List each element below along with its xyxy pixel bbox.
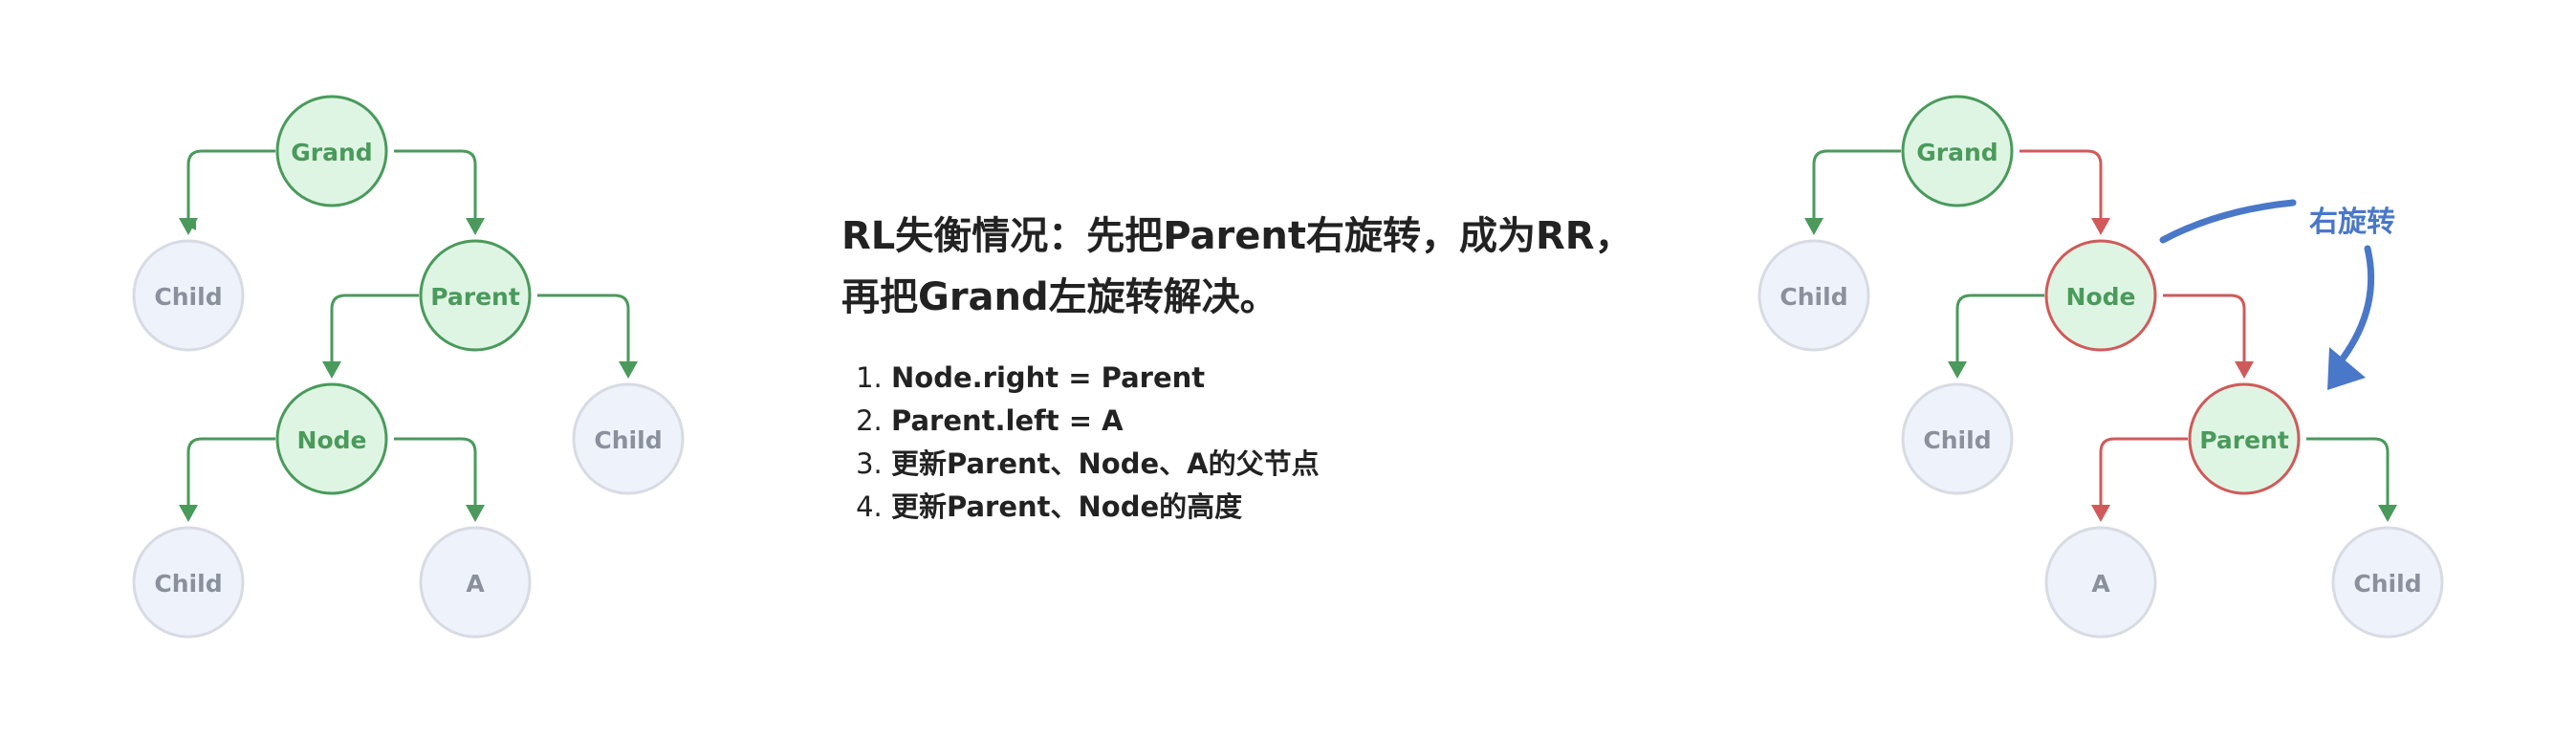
node-node: Node bbox=[275, 382, 388, 495]
node-label: A bbox=[2091, 570, 2110, 598]
step-item: 更新Parent、Node的高度 bbox=[891, 486, 1702, 529]
node-grand: Grand bbox=[275, 95, 388, 207]
node-a: A bbox=[2044, 526, 2157, 639]
node-label: Grand bbox=[291, 139, 372, 166]
node-label: Node bbox=[2066, 283, 2136, 311]
node-parent: Parent bbox=[2188, 382, 2301, 495]
arrowhead bbox=[179, 505, 198, 522]
arrowhead bbox=[2091, 505, 2110, 522]
arrowhead bbox=[2378, 505, 2397, 522]
rotation-label: 右旋转 bbox=[2309, 206, 2395, 239]
node-parent: Parent bbox=[419, 239, 532, 352]
node-child: Child bbox=[1901, 382, 2014, 495]
node-label: Node bbox=[297, 426, 367, 454]
arrowhead bbox=[1948, 361, 1967, 379]
arrowhead bbox=[466, 218, 485, 235]
edge-node-parent bbox=[2163, 294, 2246, 369]
edge-parent-child-right bbox=[2306, 437, 2390, 512]
arrowhead bbox=[466, 505, 485, 522]
node-label: Child bbox=[154, 570, 222, 598]
arrowhead bbox=[179, 218, 198, 235]
node-label: Child bbox=[154, 283, 222, 311]
node-label: Parent bbox=[430, 283, 520, 311]
arrowhead bbox=[2091, 218, 2110, 235]
step-text: 更新Parent、Node的高度 bbox=[891, 490, 1243, 523]
edge-grand-parent bbox=[394, 149, 477, 226]
step-item: Parent.left = A bbox=[891, 400, 1702, 443]
step-item: Node.right = Parent bbox=[891, 357, 1702, 400]
node-grand: Grand bbox=[1901, 95, 2014, 207]
node-child: Child bbox=[132, 526, 245, 639]
node-label: Parent bbox=[2199, 426, 2289, 454]
edge-node-child-left bbox=[1955, 294, 2044, 369]
step-text: Node.right = Parent bbox=[891, 361, 1206, 394]
node-child: Child bbox=[572, 382, 685, 495]
node-child: Child bbox=[132, 239, 245, 352]
node-label: Child bbox=[2353, 570, 2421, 598]
description-title: RL失衡情况：先把Parent右旋转，成为RR， 再把Grand左旋转解决。 bbox=[841, 206, 1702, 328]
arrowhead bbox=[2235, 361, 2254, 379]
rl-rotation-diagram: Grand Child Parent Node Child Child A 右旋… bbox=[0, 0, 2576, 736]
edge-node-a bbox=[394, 437, 477, 512]
arrowhead bbox=[322, 361, 341, 379]
node-label: Grand bbox=[1916, 139, 1997, 166]
edge-parent-a bbox=[2099, 437, 2188, 512]
title-line-1: RL失衡情况：先把Parent右旋转，成为RR， bbox=[841, 214, 1633, 258]
steps-list: Node.right = Parent Parent.left = A 更新Pa… bbox=[841, 357, 1702, 529]
left-tree-nodes: Grand Child Parent Node Child Child A bbox=[132, 95, 685, 639]
step-item: 更新Parent、Node、A的父节点 bbox=[891, 443, 1702, 486]
edge-grand-node bbox=[2019, 149, 2103, 226]
arrowhead bbox=[619, 361, 638, 379]
node-a: A bbox=[419, 526, 532, 639]
edge-grand-child-left bbox=[186, 149, 275, 230]
left-tree bbox=[179, 149, 638, 522]
arrowhead bbox=[1804, 218, 1823, 235]
step-text: 更新Parent、Node、A的父节点 bbox=[891, 447, 1320, 480]
node-label: Child bbox=[1923, 426, 1991, 454]
description-panel: RL失衡情况：先把Parent右旋转，成为RR， 再把Grand左旋转解决。 N… bbox=[841, 206, 1702, 529]
edge-node-child-left bbox=[186, 437, 275, 512]
node-label: A bbox=[466, 570, 485, 598]
step-text: Parent.left = A bbox=[891, 404, 1124, 437]
title-line-2: 再把Grand左旋转解决。 bbox=[841, 275, 1278, 319]
node-child: Child bbox=[1757, 239, 1870, 352]
edge-parent-node bbox=[330, 294, 419, 369]
node-child: Child bbox=[2331, 526, 2444, 639]
node-label: Child bbox=[594, 426, 662, 454]
node-label: Child bbox=[1779, 283, 1847, 311]
edge-grand-child-left bbox=[1812, 149, 1901, 226]
edge-parent-child-right bbox=[537, 294, 630, 369]
node-node: Node bbox=[2044, 239, 2157, 352]
